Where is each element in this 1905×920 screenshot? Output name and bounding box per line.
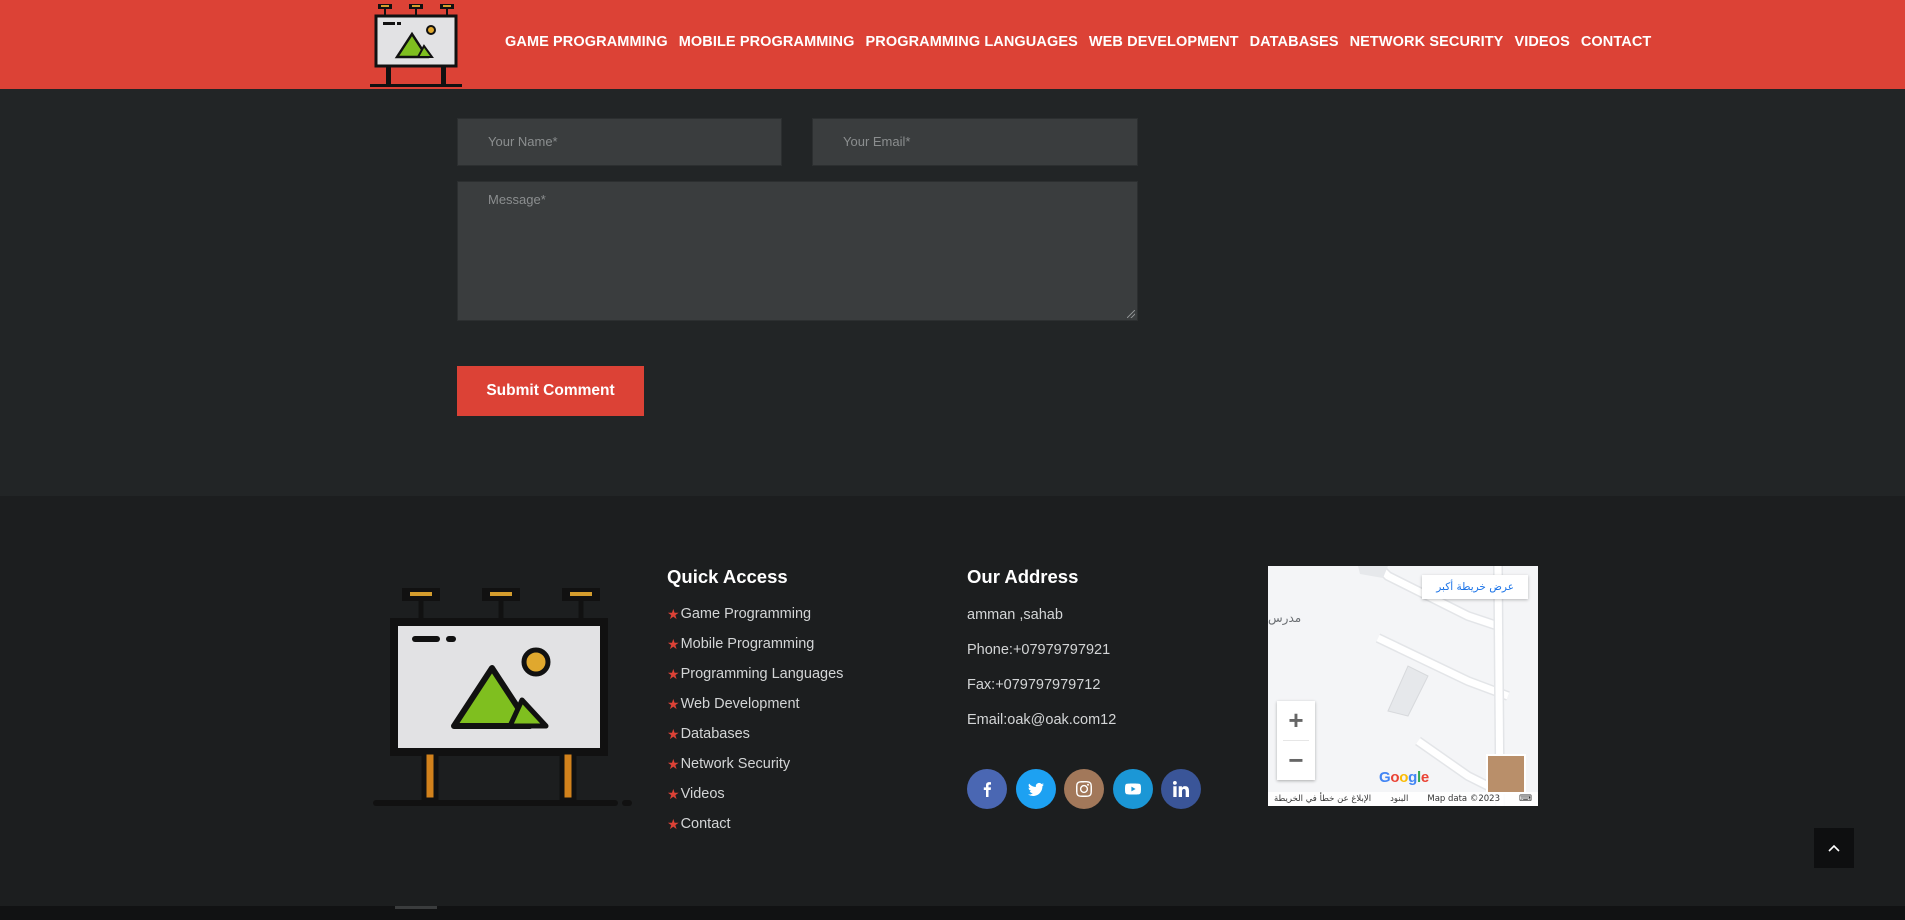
name-input[interactable]: Your Name* [457, 118, 782, 166]
our-address-title: Our Address [967, 566, 1079, 587]
quick-access-title: Quick Access [667, 566, 788, 587]
nav-videos[interactable]: VIDEOS [1514, 34, 1569, 50]
quick-link-databases[interactable]: ★ Databases [667, 726, 843, 756]
chevron-up-icon [1828, 844, 1840, 852]
quick-link-network-security[interactable]: ★ Network Security [667, 756, 843, 786]
linkedin-icon[interactable] [1161, 769, 1201, 809]
site-header: GAME PROGRAMMING MOBILE PROGRAMMING PROG… [0, 0, 1905, 89]
map-attribution: الإبلاغ عن خطأ في الخريطة البنود Map dat… [1268, 792, 1538, 806]
facebook-icon[interactable] [967, 769, 1007, 809]
quick-access-list: ★ Game Programming ★ Mobile Programming ★ P… [667, 606, 843, 846]
nav-databases[interactable]: DATABASES [1250, 34, 1339, 50]
youtube-icon[interactable] [1112, 769, 1153, 809]
view-larger-map-link[interactable]: عرض خريطة أكبر [1422, 575, 1528, 599]
message-textarea[interactable]: Message* [457, 181, 1138, 321]
quick-link-game-programming[interactable]: ★ Game Programming [667, 606, 843, 636]
message-placeholder: Message* [488, 192, 546, 207]
address-phone: Phone:+07979797921 [967, 642, 1111, 658]
street-view-thumbnail[interactable] [1486, 754, 1526, 794]
star-icon: ★ [667, 666, 680, 682]
star-icon: ★ [667, 726, 680, 742]
nav-network-security[interactable]: NETWORK SECURITY [1350, 34, 1504, 50]
quick-link-videos[interactable]: ★ Videos [667, 786, 843, 816]
nav-contact[interactable]: CONTACT [1581, 34, 1652, 50]
nav-programming-languages[interactable]: PROGRAMMING LANGUAGES [866, 34, 1078, 50]
site-footer [0, 496, 1905, 906]
social-links [967, 769, 1210, 809]
zoom-out-button[interactable]: − [1277, 741, 1315, 780]
footer-logo [373, 588, 632, 806]
keyboard-icon[interactable]: ⌨ [1519, 794, 1532, 804]
zoom-in-button[interactable]: + [1277, 701, 1315, 740]
twitter-icon[interactable] [1015, 769, 1056, 809]
address-email: Email:oak@oak.com12 [967, 712, 1117, 728]
map-place-label: مدرس [1268, 611, 1302, 625]
main-nav: GAME PROGRAMMING MOBILE PROGRAMMING PROG… [505, 34, 1662, 50]
map-terms-link[interactable]: البنود [1390, 794, 1408, 804]
google-logo: Google [1379, 769, 1429, 786]
nav-game-programming[interactable]: GAME PROGRAMMING [505, 34, 668, 50]
address-fax: Fax:+079797979712 [967, 677, 1101, 693]
star-icon: ★ [667, 786, 680, 802]
quick-link-contact[interactable]: ★ Contact [667, 816, 843, 846]
star-icon: ★ [667, 636, 680, 652]
back-to-top-button[interactable] [1814, 828, 1854, 868]
quick-link-web-development[interactable]: ★ Web Development [667, 696, 843, 726]
star-icon: ★ [667, 816, 680, 832]
quick-link-programming-languages[interactable]: ★ Programming Languages [667, 666, 843, 696]
resize-grip-icon[interactable] [1127, 310, 1135, 318]
nav-web-development[interactable]: WEB DEVELOPMENT [1089, 34, 1239, 50]
bottom-bar-mark [395, 906, 437, 909]
report-map-error-link[interactable]: الإبلاغ عن خطأ في الخريطة [1274, 794, 1371, 804]
map-zoom-controls: + − [1277, 701, 1315, 780]
star-icon: ★ [667, 606, 680, 622]
star-icon: ★ [667, 696, 680, 712]
instagram-icon[interactable] [1064, 769, 1104, 809]
bottom-bar [0, 906, 1905, 920]
submit-comment-button[interactable]: Submit Comment [457, 366, 644, 416]
nav-mobile-programming[interactable]: MOBILE PROGRAMMING [679, 34, 855, 50]
map-data-text: Map data ©2023 [1427, 794, 1500, 804]
site-logo[interactable] [368, 2, 468, 88]
address-line: amman ,sahab [967, 607, 1063, 623]
google-map[interactable]: عرض خريطة أكبر مدرس + − Google الإبلاغ ع… [1268, 566, 1538, 806]
email-input[interactable]: Your Email* [812, 118, 1138, 166]
star-icon: ★ [667, 756, 680, 772]
quick-link-mobile-programming[interactable]: ★ Mobile Programming [667, 636, 843, 666]
